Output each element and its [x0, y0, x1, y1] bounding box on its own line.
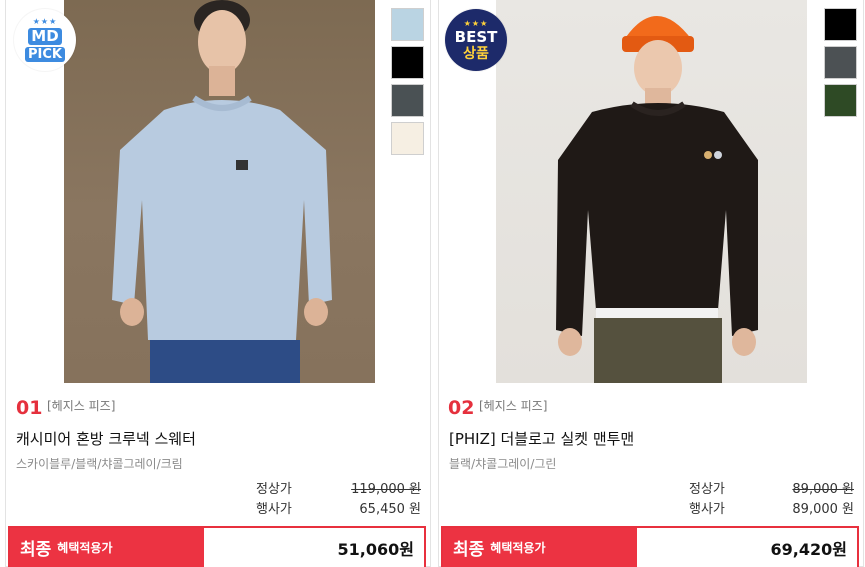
brand-name[interactable]: [헤지스 피즈]: [479, 397, 547, 414]
product-card[interactable]: ★★★ MD PICK 01 [헤지스 피즈] 캐시미어 혼방 크루넥 스웨터 …: [5, 0, 431, 567]
sale-price-value: 65,450 원: [359, 502, 421, 517]
color-swatch[interactable]: [824, 46, 857, 79]
rank-number: 02: [448, 397, 475, 419]
product-colors: 스카이블루/블랙/챠콜그레이/크림: [16, 457, 183, 471]
final-subtitle: 혜택적용가: [57, 541, 113, 555]
color-swatch[interactable]: [391, 8, 424, 41]
regular-price-value: 119,000 원: [306, 478, 421, 497]
badge-line2: 상품: [463, 45, 489, 62]
sale-price-row: 행사가 89,000 원: [689, 498, 854, 517]
rank-number: 01: [16, 397, 43, 419]
badge-line1: MD: [28, 28, 62, 45]
sale-price-value: 89,000 원: [792, 502, 854, 517]
md-pick-badge: ★★★ MD PICK: [14, 9, 76, 71]
color-swatches: [824, 8, 858, 122]
regular-price-row: 정상가 119,000 원: [256, 478, 421, 497]
badge-line2: PICK: [25, 47, 65, 62]
color-swatch[interactable]: [391, 122, 424, 155]
final-price-label: 최종 혜택적용가: [443, 528, 637, 567]
final-title: 최종: [20, 540, 52, 560]
color-swatch[interactable]: [824, 8, 857, 41]
sale-price-label: 행사가: [689, 502, 725, 517]
final-price-value: 51,060원: [204, 528, 424, 567]
regular-price-label: 정상가: [689, 482, 725, 497]
product-card[interactable]: ★★★ BEST 상품 02 [헤지스 피즈] [PHIZ] 더블로고 실켓 맨…: [438, 0, 864, 567]
best-product-badge: ★★★ BEST 상품: [445, 9, 507, 71]
final-price-label: 최종 혜택적용가: [10, 528, 204, 567]
product-image[interactable]: [64, 0, 375, 383]
final-title: 최종: [453, 540, 485, 560]
color-swatch[interactable]: [391, 84, 424, 117]
product-name[interactable]: 캐시미어 혼방 크루넥 스웨터: [16, 428, 196, 449]
product-colors: 블랙/챠콜그레이/그린: [449, 457, 557, 471]
badge-stars: ★★★: [32, 17, 58, 26]
brand-name[interactable]: [헤지스 피즈]: [47, 397, 115, 414]
regular-price-label: 정상가: [256, 482, 292, 497]
regular-price-amount: 119,000 원: [351, 482, 421, 497]
regular-price-value: 89,000 원: [739, 478, 854, 497]
sale-price-label: 행사가: [256, 502, 292, 517]
final-price-box: 최종 혜택적용가 51,060원: [8, 526, 426, 567]
regular-price-row: 정상가 89,000 원: [689, 478, 854, 497]
badge-line1: BEST: [454, 27, 498, 46]
final-subtitle: 혜택적용가: [490, 541, 546, 555]
color-swatches: [391, 8, 425, 160]
color-swatch[interactable]: [824, 84, 857, 117]
final-price-value: 69,420원: [637, 528, 857, 567]
product-image[interactable]: [496, 0, 807, 383]
color-swatch[interactable]: [391, 46, 424, 79]
regular-price-amount: 89,000 원: [792, 482, 854, 497]
final-price-box: 최종 혜택적용가 69,420원: [441, 526, 859, 567]
product-name[interactable]: [PHIZ] 더블로고 실켓 맨투맨: [449, 428, 634, 449]
sale-price-row: 행사가 65,450 원: [256, 498, 421, 517]
badge-stars: ★★★: [463, 18, 489, 28]
